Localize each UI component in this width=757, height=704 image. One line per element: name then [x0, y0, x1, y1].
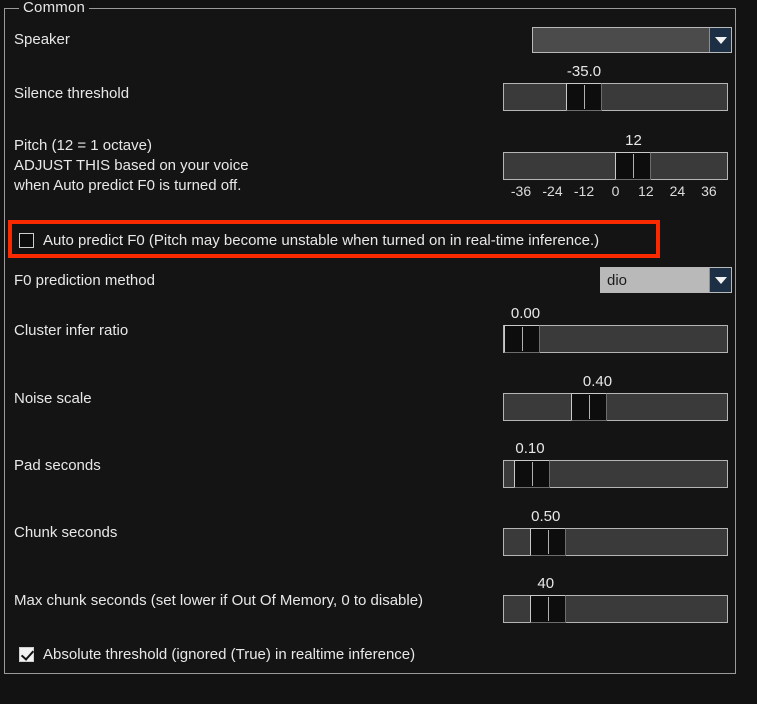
tick-label: -24	[542, 183, 563, 199]
noise-scale-label: Noise scale	[14, 390, 92, 407]
absolute-threshold-label: Absolute threshold (ignored (True) in re…	[43, 646, 416, 663]
tick-label: -12	[573, 183, 595, 199]
slider-track[interactable]	[503, 393, 728, 421]
tick-label: 12	[638, 183, 654, 199]
chunk-seconds-label: Chunk seconds	[14, 524, 118, 541]
slider-thumb[interactable]	[504, 325, 540, 353]
auto-predict-f0-row[interactable]: Auto predict F0 (Pitch may become unstab…	[19, 231, 599, 250]
pitch-label-line2: ADJUST THIS based on your voice	[14, 157, 249, 174]
max-chunk-seconds-value: 40	[537, 575, 555, 592]
slider-track[interactable]	[503, 325, 728, 353]
tick-label: 0	[611, 183, 620, 199]
slider-track[interactable]	[503, 528, 728, 556]
absolute-threshold-row[interactable]: Absolute threshold (ignored (True) in re…	[19, 645, 415, 664]
tick-label: 36	[701, 183, 717, 199]
slider-track[interactable]	[503, 152, 728, 180]
pitch-label-line3: when Auto predict F0 is turned off.	[14, 177, 242, 194]
pitch-label-line1: Pitch (12 = 1 octave)	[14, 137, 152, 154]
chunk-seconds-value: 0.50	[531, 508, 561, 525]
slider-thumb[interactable]	[570, 393, 607, 421]
group-title: Common	[19, 0, 90, 17]
noise-scale-value: 0.40	[582, 373, 613, 390]
slider-thumb[interactable]	[514, 460, 550, 488]
pad-seconds-value: 0.10	[515, 440, 545, 457]
slider-thumb[interactable]	[566, 83, 603, 111]
pitch-slider-ticks: -36 -24 -12 0 12 24 36	[503, 182, 728, 200]
slider-track[interactable]	[503, 595, 728, 623]
chevron-down-icon[interactable]	[709, 268, 731, 292]
pad-seconds-label: Pad seconds	[14, 457, 101, 474]
slider-thumb[interactable]	[615, 152, 652, 180]
auto-predict-f0-label: Auto predict F0 (Pitch may become unstab…	[43, 232, 600, 249]
slider-track[interactable]	[503, 83, 728, 111]
pitch-value: 12	[625, 132, 642, 149]
chevron-down-icon[interactable]	[709, 28, 731, 52]
silence-threshold-value: -35.0	[566, 63, 602, 80]
tick-label: -36	[510, 183, 532, 199]
slider-thumb[interactable]	[530, 595, 566, 623]
max-chunk-seconds-label: Max chunk seconds (set lower if Out Of M…	[14, 592, 424, 609]
silence-threshold-label: Silence threshold	[14, 85, 130, 102]
f0-prediction-method-value: dio	[601, 268, 709, 292]
cluster-infer-ratio-value: 0.00	[510, 305, 541, 322]
speaker-label: Speaker	[14, 31, 70, 48]
f0-prediction-method-label: F0 prediction method	[14, 272, 155, 289]
absolute-threshold-checkbox[interactable]	[19, 647, 34, 662]
f0-prediction-method-dropdown[interactable]: dio	[600, 267, 732, 293]
settings-panel: Common Speaker Silence threshold -35.0 P…	[0, 0, 757, 704]
tick-label: 24	[669, 183, 686, 199]
cluster-infer-ratio-label: Cluster infer ratio	[14, 322, 129, 339]
speaker-dropdown-value	[533, 28, 709, 52]
slider-track[interactable]	[503, 460, 728, 488]
speaker-dropdown[interactable]	[532, 27, 732, 53]
slider-thumb[interactable]	[530, 528, 566, 556]
auto-predict-f0-checkbox[interactable]	[19, 233, 34, 248]
